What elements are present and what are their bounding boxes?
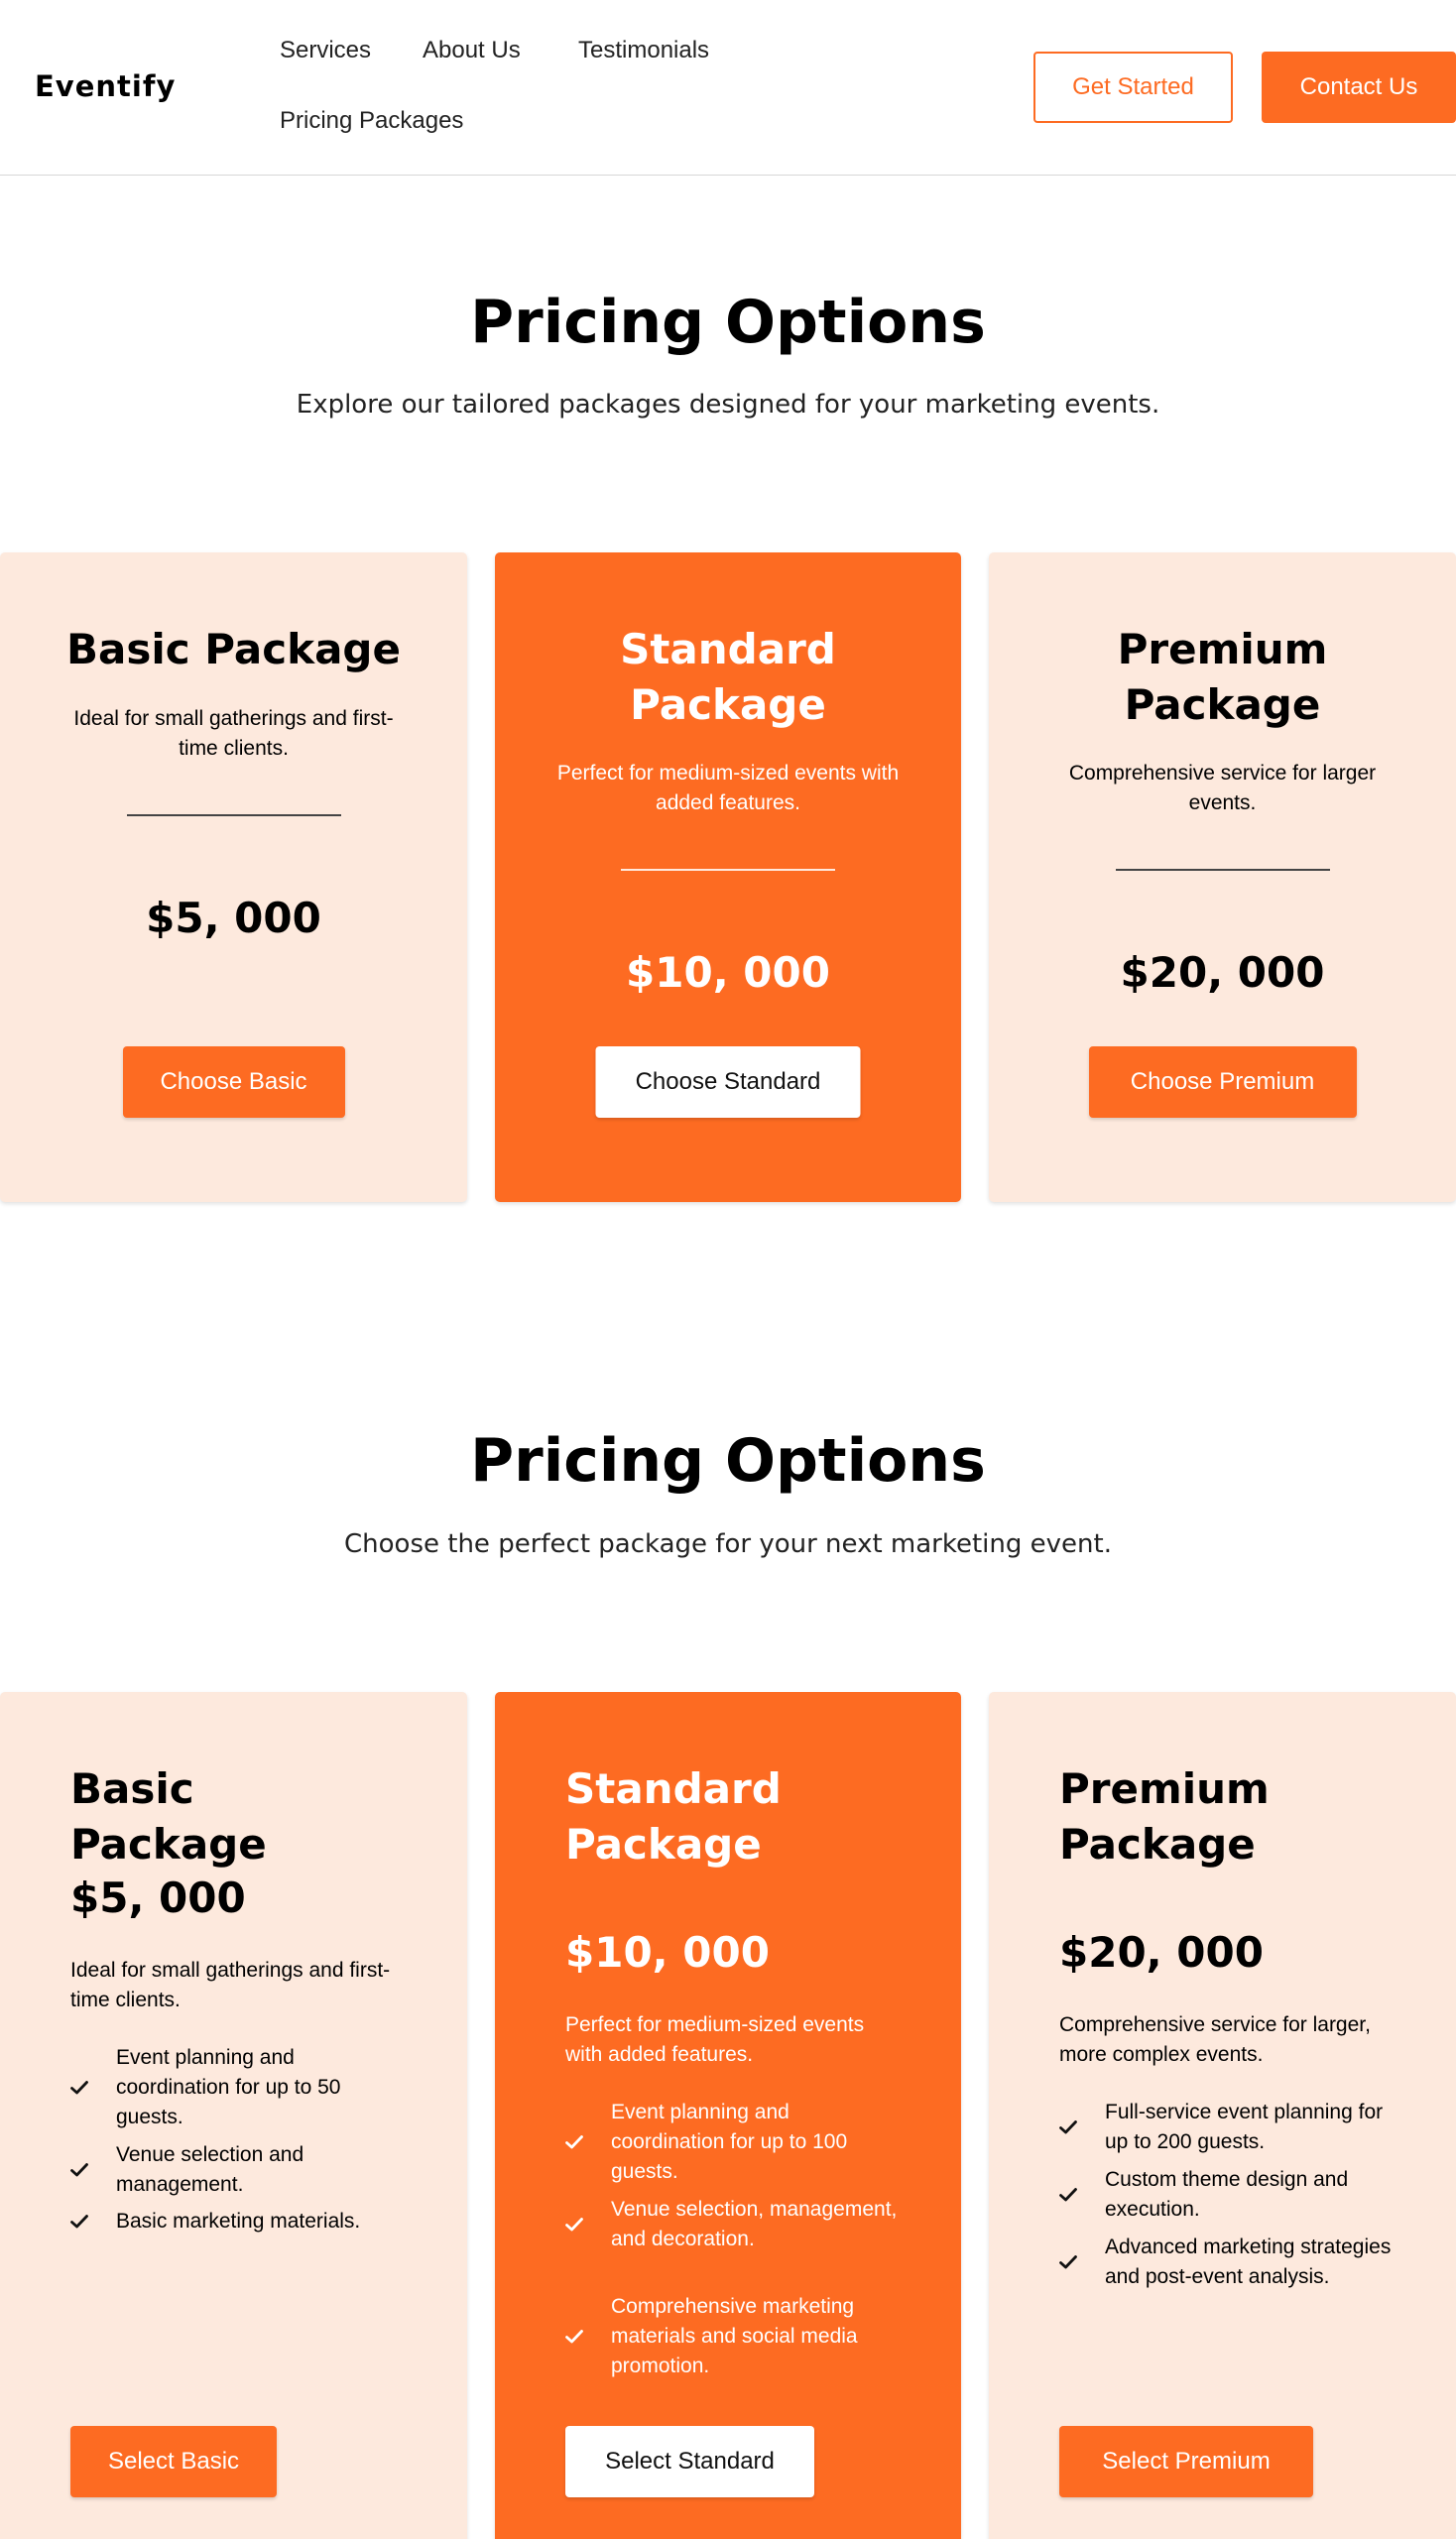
select-standard-button[interactable]: Select Standard (565, 2426, 814, 2497)
card-title: Premium Package (1059, 1764, 1270, 1869)
feature-item: Venue selection, management, and decorat… (565, 2195, 903, 2254)
check-icon (1059, 2255, 1105, 2269)
check-icon (1059, 2120, 1105, 2134)
pricing-card-basic: Basic Package Ideal for small gatherings… (0, 552, 467, 1202)
card-title: Basic Package (66, 625, 401, 673)
pricing-section-2-title: Pricing Options (470, 1426, 986, 1496)
feature-item: Custom theme design and execution. (1059, 2165, 1396, 2225)
feature-text: Basic marketing materials. (116, 2210, 361, 2233)
pricing-card-premium: Premium Package Comprehensive service fo… (989, 552, 1456, 1202)
check-icon (70, 2081, 116, 2095)
detail-card-standard: Standard Package $10, 000 Perfect for me… (495, 1692, 961, 2539)
feature-text: Venue selection, management, and decorat… (611, 2198, 898, 2250)
check-icon (70, 2215, 116, 2229)
pricing-section-2-subtitle: Choose the perfect package for your next… (344, 1529, 1112, 1559)
card-title: Basic Package (70, 1764, 267, 1869)
choose-standard-button[interactable]: Choose Standard (595, 1046, 861, 1118)
card-description: Ideal for small gatherings and first-tim… (73, 707, 394, 760)
card-description: Comprehensive service for larger events. (1068, 762, 1377, 814)
feature-text: Event planning and coordination for up t… (611, 2101, 848, 2183)
card-description: Perfect for medium-sized events with add… (556, 762, 900, 814)
card-description: Comprehensive service for larger, more c… (1059, 2013, 1371, 2066)
logo[interactable]: Eventify (35, 69, 176, 103)
feature-item: Advanced marketing strategies and post-e… (1059, 2233, 1396, 2292)
feature-text: Advanced marketing strategies and post-e… (1105, 2236, 1392, 2288)
check-icon (565, 2218, 611, 2232)
card-description: Ideal for small gatherings and first-tim… (70, 1959, 391, 2011)
card-price: $10, 000 (626, 948, 830, 997)
card-price: $20, 000 (1059, 1928, 1264, 1977)
feature-item: Comprehensive marketing materials and so… (565, 2292, 903, 2381)
nav-link-testimonials[interactable]: Testimonials (578, 37, 709, 64)
card-description: Perfect for medium-sized events with add… (565, 2013, 865, 2066)
feature-text: Full-service event planning for up to 20… (1105, 2101, 1384, 2153)
feature-text: Comprehensive marketing materials and so… (611, 2295, 858, 2377)
feature-text: Event planning and coordination for up t… (116, 2046, 341, 2128)
feature-item: Full-service event planning for up to 20… (1059, 2098, 1396, 2157)
card-price: $10, 000 (565, 1928, 770, 1977)
contact-us-button[interactable]: Contact Us (1262, 52, 1456, 123)
pricing-card-standard: Standard Package Perfect for medium-size… (495, 552, 961, 1202)
feature-item: Event planning and coordination for up t… (565, 2098, 903, 2187)
card-divider (1115, 869, 1330, 871)
select-basic-button[interactable]: Select Basic (70, 2426, 277, 2497)
choose-premium-button[interactable]: Choose Premium (1088, 1046, 1357, 1118)
pricing-section-1-title: Pricing Options (470, 288, 986, 357)
card-price: $5, 000 (70, 1874, 246, 1922)
pricing-section-1-subtitle: Explore our tailored packages designed f… (296, 390, 1160, 420)
site-header: Eventify Services About Us Testimonials … (0, 0, 1456, 176)
nav-link-pricing-packages[interactable]: Pricing Packages (280, 107, 463, 135)
card-title: Standard Package (565, 1764, 782, 1869)
detail-card-premium: Premium Package $20, 000 Comprehensive s… (989, 1692, 1456, 2539)
get-started-button[interactable]: Get Started (1033, 52, 1233, 123)
check-icon (565, 2330, 611, 2344)
select-premium-button[interactable]: Select Premium (1059, 2426, 1313, 2497)
detail-card-basic: Basic Package $5, 000 Ideal for small ga… (0, 1692, 467, 2539)
feature-item: Venue selection and management. (70, 2140, 408, 2200)
feature-text: Custom theme design and execution. (1105, 2168, 1349, 2221)
check-icon (70, 2163, 116, 2177)
card-title: Premium Package (1117, 625, 1328, 729)
choose-basic-button[interactable]: Choose Basic (122, 1046, 345, 1118)
card-price: $5, 000 (146, 894, 321, 942)
card-divider (621, 869, 835, 871)
card-title: Standard Package (620, 625, 836, 729)
feature-item: Event planning and coordination for up t… (70, 2043, 408, 2132)
card-price: $20, 000 (1120, 948, 1325, 997)
feature-item: Basic marketing materials. (70, 2207, 408, 2237)
feature-text: Venue selection and management. (116, 2143, 304, 2196)
card-divider (126, 814, 341, 816)
nav-link-about-us[interactable]: About Us (423, 37, 521, 64)
nav-link-services[interactable]: Services (280, 37, 371, 64)
check-icon (1059, 2188, 1105, 2202)
check-icon (565, 2135, 611, 2149)
